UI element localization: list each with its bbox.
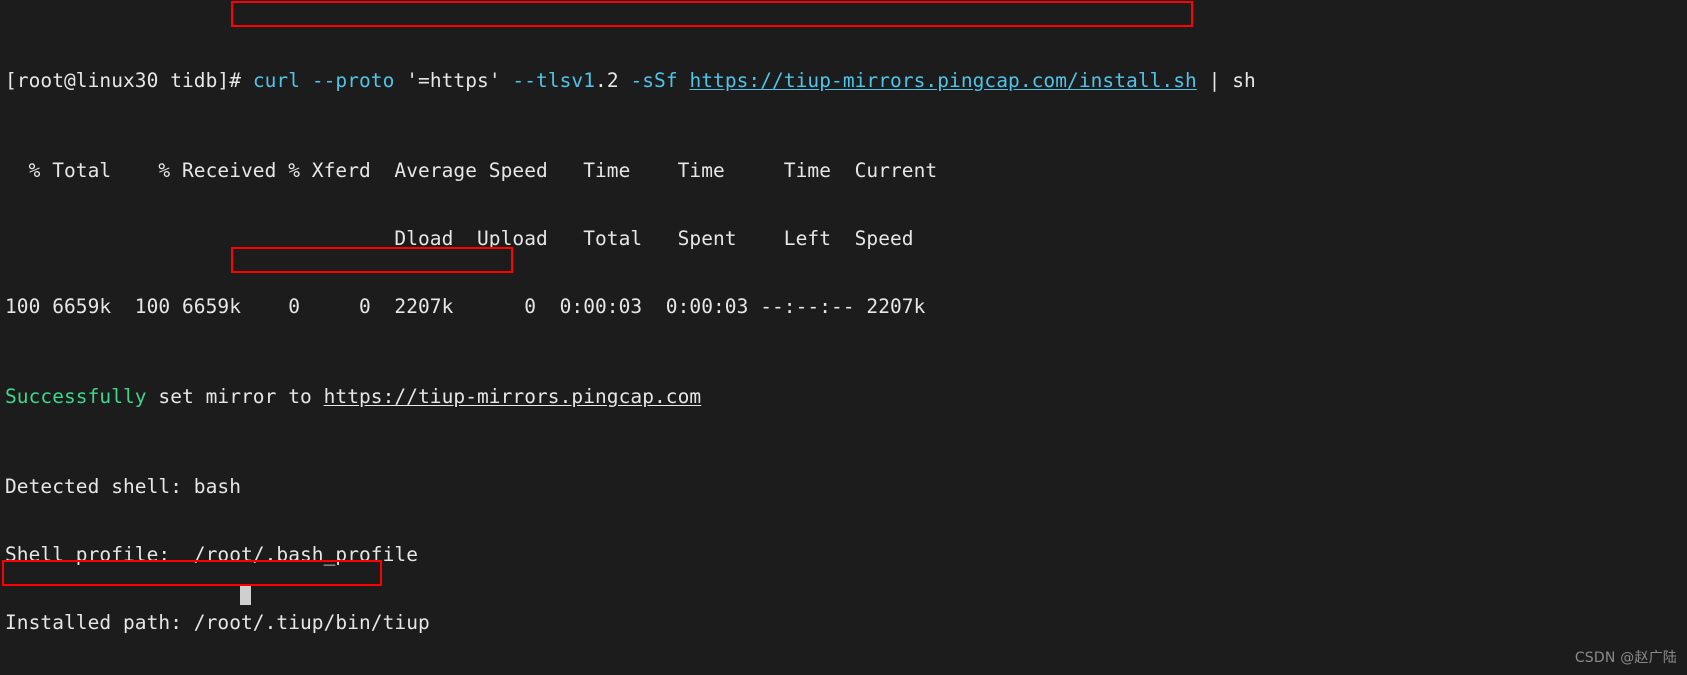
terminal-window[interactable]: [root@linux30 tidb]# curl --proto '=http… xyxy=(0,0,1687,675)
curl-flag-tlsv1-minor: .2 xyxy=(595,68,631,92)
install-script-url[interactable]: https://tiup-mirrors.pingcap.com/install… xyxy=(689,69,1196,92)
curl-progress-header-2: Dload Upload Total Spent Left Speed xyxy=(5,226,914,250)
curl-flag-ssf: -sSf xyxy=(630,68,690,92)
terminal-cursor xyxy=(240,586,251,605)
curl-arg-https: '=https' xyxy=(406,68,513,92)
terminal-output: [root@linux30 tidb]# curl --proto '=http… xyxy=(5,2,1256,675)
shell-prompt: [root@linux30 tidb]# xyxy=(5,68,241,92)
csdn-watermark: CSDN @赵广陆 xyxy=(1574,650,1677,667)
mirror-url[interactable]: https://tiup-mirrors.pingcap.com xyxy=(324,385,702,408)
curl-progress-header-1: % Total % Received % Xferd Average Speed… xyxy=(5,159,938,183)
pipe-operator: | xyxy=(1196,68,1233,92)
curl-progress-row: 100 6659k 100 6659k 0 0 2207k 0 0:00:03 … xyxy=(5,294,926,318)
shell-profile-line: Shell profile: /root/.bash_profile xyxy=(5,543,418,567)
curl-flag-tlsv1: --tlsv1 xyxy=(512,68,596,92)
curl-flag-proto: --proto xyxy=(311,68,407,92)
curl-command: curl xyxy=(252,68,312,92)
terminal-line-mirror-success: Successfully set mirror to https://tiup-… xyxy=(5,385,1256,409)
installed-path-line: Installed path: /root/.tiup/bin/tiup xyxy=(5,611,430,635)
success-label: Successfully xyxy=(5,385,147,409)
success-message: set mirror to xyxy=(146,385,324,409)
terminal-line-command-curl: [root@linux30 tidb]# curl --proto '=http… xyxy=(5,68,1256,93)
sh-command: sh xyxy=(1232,68,1256,92)
detected-shell-line: Detected shell: bash xyxy=(5,475,241,499)
